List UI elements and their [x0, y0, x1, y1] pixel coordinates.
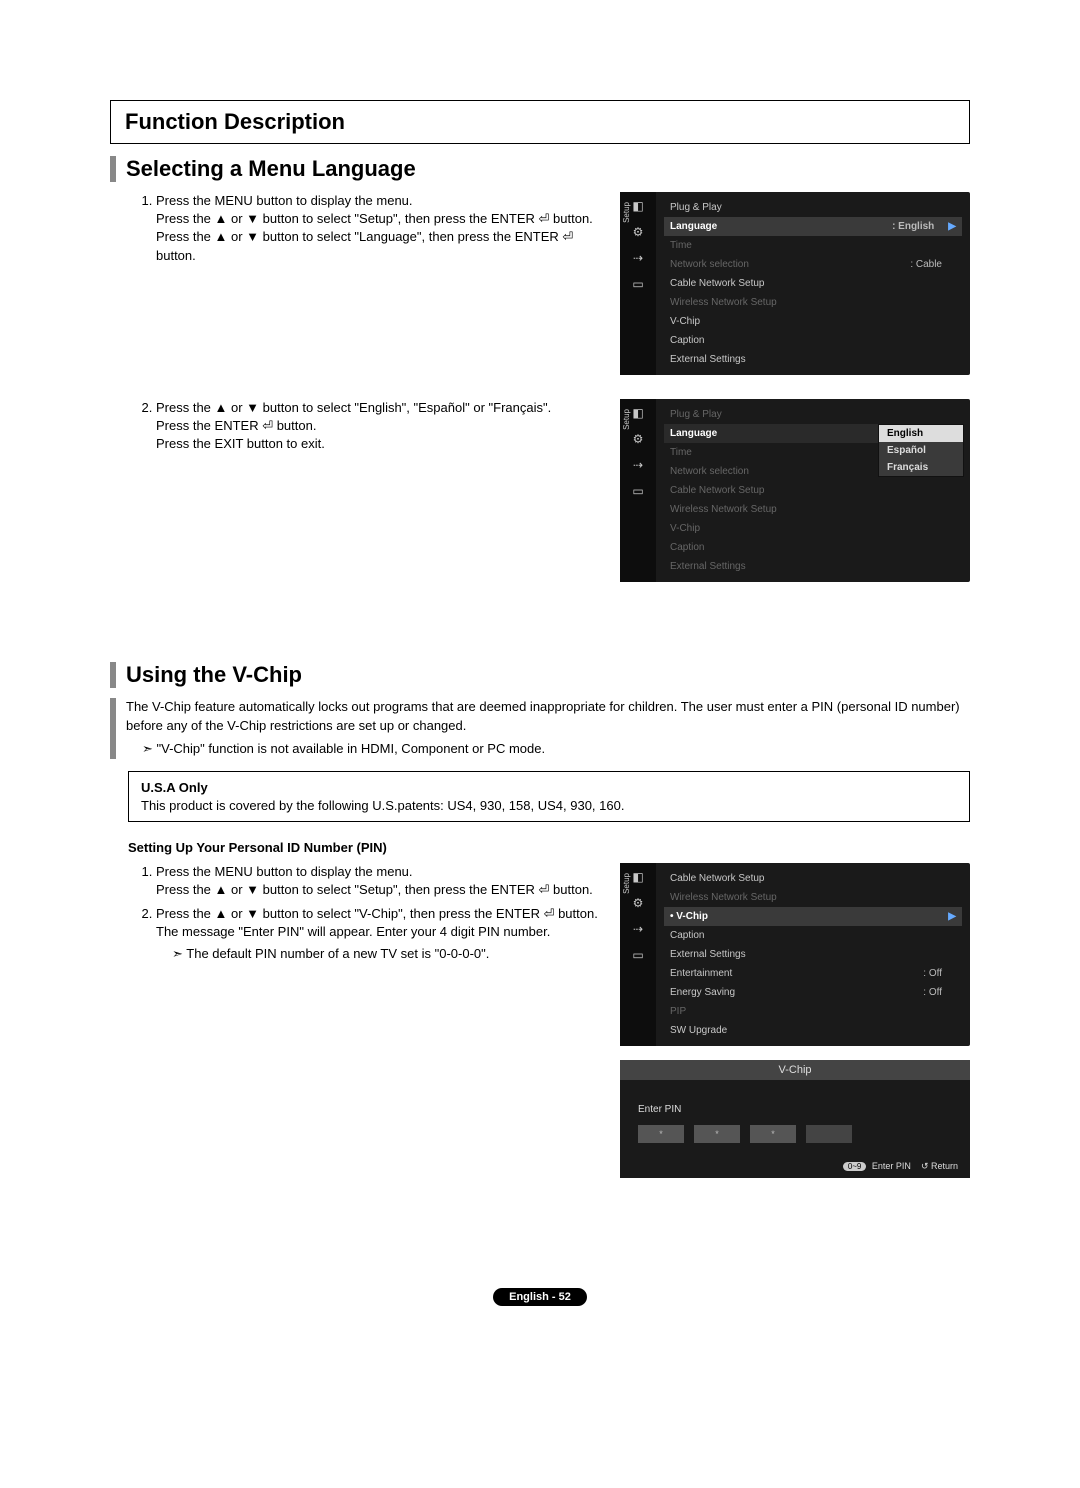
step-2-2: Press the ▲ or ▼ button to select "V-Chi…	[156, 905, 600, 964]
step-2-2-note: The default PIN number of a new TV set i…	[156, 945, 600, 963]
arrow-right-icon: ▶	[948, 911, 956, 922]
step-1-2: Press the ▲ or ▼ button to select "Engli…	[156, 399, 600, 454]
menu-item-highlight: Language : English ▶	[664, 217, 962, 236]
footer-enter-pin: Enter PIN	[872, 1161, 911, 1171]
menu-item: External Settings	[664, 557, 962, 576]
menu-item: Wireless Network Setup	[664, 888, 962, 907]
section-heading-vchip: Using the V-Chip	[110, 662, 970, 688]
menu-label: Network selection	[670, 259, 749, 270]
app-icon: ▭	[630, 483, 646, 499]
menu-item: Wireless Network Setup	[664, 500, 962, 519]
menu-item: Wireless Network Setup	[664, 293, 962, 312]
gear-icon: ⚙	[630, 895, 646, 911]
arrow-right-icon: ▶	[948, 221, 956, 232]
menu-item: Cable Network Setup	[664, 481, 962, 500]
pin-digit: *	[750, 1125, 796, 1143]
page-title: Function Description	[110, 100, 970, 144]
menu-item: Cable Network Setup	[664, 274, 962, 293]
menu-value: : Cable	[910, 259, 942, 270]
pin-digit: *	[694, 1125, 740, 1143]
section-heading-language: Selecting a Menu Language	[110, 156, 970, 182]
osd-screenshot-3: Setup ◧ ⚙ ⇢ ▭ Cable Network Setup Wirele…	[620, 863, 970, 1046]
menu-item-highlight: Language English Español Français	[664, 424, 962, 443]
menu-value: : Off	[923, 968, 942, 979]
page-footer: English - 52	[110, 1288, 970, 1303]
osd-screenshot-2: Setup ◧ ⚙ ⇢ ▭ Plug & Play Language Engli…	[620, 399, 970, 582]
menu-label: Entertainment	[670, 968, 732, 979]
keypad-pill: 0~9	[843, 1162, 867, 1171]
app-icon: ▭	[630, 947, 646, 963]
language-popup: English Español Français	[878, 424, 964, 477]
enter-pin-label: Enter PIN	[638, 1104, 952, 1115]
osd-side-label: Setup	[622, 409, 631, 430]
menu-label: Energy Saving	[670, 987, 735, 998]
menu-item: SW Upgrade	[664, 1021, 962, 1040]
pin-sub-heading: Setting Up Your Personal ID Number (PIN)	[128, 840, 970, 855]
usa-only-body: This product is covered by the following…	[141, 798, 957, 813]
vchip-pin-dialog: V-Chip Enter PIN * * * 0~9 Enter PIN ↺ R…	[620, 1060, 970, 1178]
usa-only-title: U.S.A Only	[141, 780, 957, 795]
gear-icon: ⚙	[630, 431, 646, 447]
signal-icon: ⇢	[630, 921, 646, 937]
menu-item: Entertainment : Off	[664, 964, 962, 983]
gear-icon: ⚙	[630, 224, 646, 240]
footer-return: ↺ Return	[921, 1161, 958, 1171]
menu-item: Plug & Play	[664, 405, 962, 424]
signal-icon: ⇢	[630, 250, 646, 266]
menu-item: PIP	[664, 1002, 962, 1021]
pin-input-row: * * *	[638, 1125, 952, 1143]
menu-item: Plug & Play	[664, 198, 962, 217]
popup-option: Español	[879, 442, 963, 459]
menu-value: : English	[892, 221, 934, 232]
picture-icon: ◧	[630, 198, 646, 214]
menu-label: Language	[670, 221, 717, 232]
page-number: English - 52	[493, 1288, 587, 1306]
vchip-dialog-title: V-Chip	[620, 1060, 970, 1080]
menu-item-highlight: V-Chip ▶	[664, 907, 962, 926]
vchip-note: "V-Chip" function is not available in HD…	[126, 740, 970, 759]
usa-only-box: U.S.A Only This product is covered by th…	[128, 771, 970, 822]
vchip-description: The V-Chip feature automatically locks o…	[110, 698, 970, 759]
menu-item: Time	[664, 236, 962, 255]
pin-digit-empty	[806, 1125, 852, 1143]
step-1-1: Press the MENU button to display the men…	[156, 192, 600, 265]
menu-item: Network selection : Cable	[664, 255, 962, 274]
menu-item: Cable Network Setup	[664, 869, 962, 888]
menu-item: Caption	[664, 538, 962, 557]
menu-item: V-Chip	[664, 312, 962, 331]
picture-icon: ◧	[630, 869, 646, 885]
osd-side-label: Setup	[622, 202, 631, 223]
osd-screenshot-1: Setup ◧ ⚙ ⇢ ▭ Plug & Play Language : Eng…	[620, 192, 970, 375]
popup-option: Français	[879, 459, 963, 476]
menu-item: V-Chip	[664, 519, 962, 538]
app-icon: ▭	[630, 276, 646, 292]
menu-item: External Settings	[664, 350, 962, 369]
menu-label: V-Chip	[670, 911, 708, 922]
menu-value: : Off	[923, 987, 942, 998]
osd-side-label: Setup	[622, 873, 631, 894]
vchip-footer: 0~9 Enter PIN ↺ Return	[620, 1161, 970, 1172]
menu-label: Language	[670, 428, 717, 439]
menu-item: External Settings	[664, 945, 962, 964]
menu-item: Energy Saving : Off	[664, 983, 962, 1002]
menu-item: Caption	[664, 926, 962, 945]
menu-item: Caption	[664, 331, 962, 350]
popup-option-selected: English	[879, 425, 963, 442]
picture-icon: ◧	[630, 405, 646, 421]
signal-icon: ⇢	[630, 457, 646, 473]
step-2-1: Press the MENU button to display the men…	[156, 863, 600, 899]
pin-digit: *	[638, 1125, 684, 1143]
